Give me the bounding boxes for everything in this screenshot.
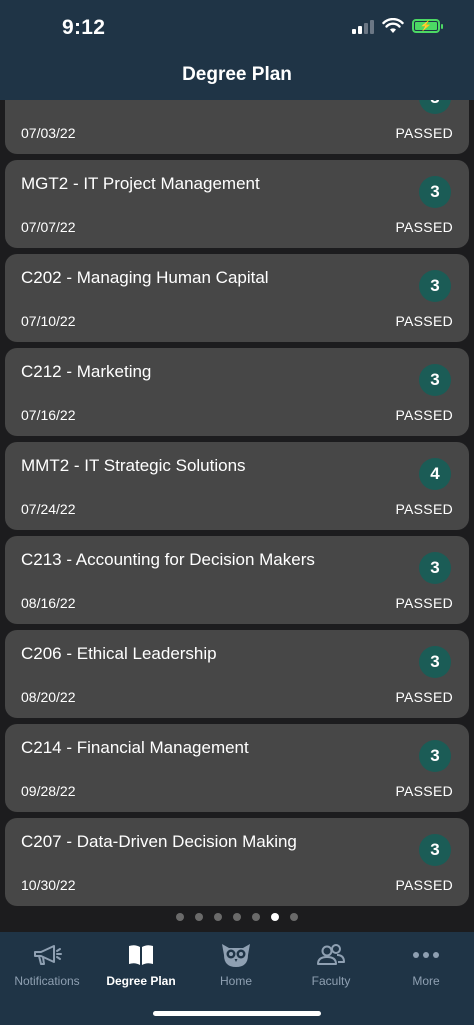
completion-date: 07/03/22 (21, 125, 76, 141)
completion-date: 07/07/22 (21, 219, 76, 235)
tab-more-label: More (412, 974, 440, 988)
tab-degree-plan[interactable]: Degree Plan (94, 942, 188, 988)
page-indicator[interactable] (0, 913, 474, 921)
tab-notifications[interactable]: Notifications (0, 942, 94, 988)
course-card[interactable]: C207 - Data-Driven Decision Making 3 10/30… (5, 818, 469, 906)
status-icons: ⚡ (352, 18, 443, 34)
competency-units-badge: 3 (419, 176, 451, 208)
course-title: C212 - Marketing (21, 362, 152, 381)
competency-units-badge: 3 (419, 270, 451, 302)
competency-units-badge: 3 (419, 364, 451, 396)
course-status: PASSED (395, 125, 453, 141)
page-dot[interactable] (176, 913, 184, 921)
competency-units-badge: 3 (419, 100, 451, 114)
course-card[interactable]: Leading People307/03/22PASSED (5, 100, 469, 154)
course-status: PASSED (395, 407, 453, 423)
course-title: C207 - Data-Driven Decision Making (21, 832, 297, 851)
competency-units-badge: 3 (419, 834, 451, 866)
page-dot[interactable] (252, 913, 260, 921)
course-title: MGT2 - IT Project Management (21, 174, 260, 193)
course-status: PASSED (395, 219, 453, 235)
tab-home-label: Home (219, 974, 252, 988)
competency-units-badge: 3 (419, 646, 451, 678)
ellipsis-icon (413, 952, 439, 958)
course-card[interactable]: C213 - Accounting for Decision Makers 3 08… (5, 536, 469, 624)
course-title: C206 - Ethical Leadership (21, 644, 217, 663)
completion-date: 07/10/22 (21, 313, 76, 329)
cellular-signal-icon (352, 18, 374, 34)
home-indicator (153, 1011, 321, 1016)
page-dot[interactable] (233, 913, 241, 921)
megaphone-icon (34, 945, 62, 965)
page-dot[interactable] (271, 913, 279, 921)
tab-more[interactable]: More (379, 942, 473, 988)
tab-home[interactable]: Home (189, 942, 283, 988)
completion-date: 10/30/22 (21, 877, 76, 893)
people-icon (317, 944, 345, 965)
status-time: 9:12 (62, 16, 106, 39)
course-status: PASSED (395, 877, 453, 893)
page-dot[interactable] (290, 913, 298, 921)
course-status: PASSED (395, 689, 453, 705)
course-title: C214 - Financial Management (21, 738, 249, 757)
course-list[interactable]: Leading People307/03/22PASSEDMGT2 - IT P… (0, 100, 474, 908)
completion-date: 09/28/22 (21, 783, 76, 799)
tab-degree-plan-label: Degree Plan (106, 974, 176, 988)
completion-date: 07/24/22 (21, 501, 76, 517)
course-status: PASSED (395, 783, 453, 799)
course-card[interactable]: MMT2 - IT Strategic Solutions 4 07/24/22 PA… (5, 442, 469, 530)
competency-units-badge: 3 (419, 552, 451, 584)
course-title: MMT2 - IT Strategic Solutions (21, 456, 246, 475)
course-title: C202 - Managing Human Capital (21, 268, 269, 287)
course-title: C213 - Accounting for Decision Makers (21, 550, 315, 569)
course-card[interactable]: C202 - Managing Human Capital 3 07/10/22 PA… (5, 254, 469, 342)
book-icon (129, 945, 153, 965)
page-dot[interactable] (214, 913, 222, 921)
completion-date: 07/16/22 (21, 407, 76, 423)
course-status: PASSED (395, 313, 453, 329)
course-card[interactable]: MGT2 - IT Project Management 3 07/07/22 PAS… (5, 160, 469, 248)
battery-charging-icon: ⚡ (412, 19, 443, 33)
course-status: PASSED (395, 501, 453, 517)
completion-date: 08/16/22 (21, 595, 76, 611)
tab-faculty[interactable]: Faculty (284, 942, 378, 988)
competency-units-badge: 3 (419, 740, 451, 772)
course-card[interactable]: C212 - Marketing 3 07/16/22 PASSED (5, 348, 469, 436)
course-card[interactable]: C214 - Financial Management 3 09/28/22 PASS… (5, 724, 469, 812)
tab-notifications-label: Notifications (14, 974, 80, 988)
page-title: Degree Plan (182, 64, 292, 85)
page-dot[interactable] (195, 913, 203, 921)
owl-icon (222, 944, 250, 967)
tab-bar: Notifications Degree Plan Home Faculty M… (0, 932, 474, 1025)
header-bar: 9:12 ⚡ Degree Plan (0, 0, 474, 100)
competency-units-badge: 4 (419, 458, 451, 490)
course-card[interactable]: C206 - Ethical Leadership 3 08/20/22 PASSED (5, 630, 469, 718)
completion-date: 08/20/22 (21, 689, 76, 705)
course-status: PASSED (395, 595, 453, 611)
wifi-icon (382, 18, 404, 33)
tab-faculty-label: Faculty (311, 974, 351, 988)
